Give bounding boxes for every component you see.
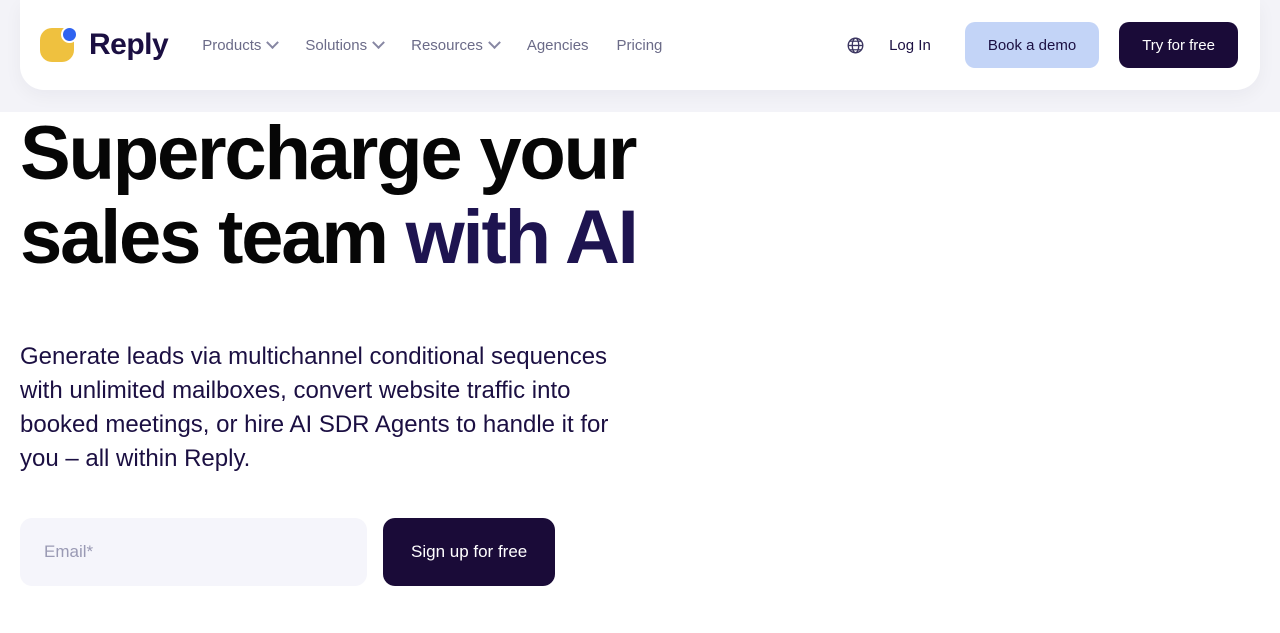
header-actions: Log In Book a demo Try for free [841, 22, 1238, 68]
hero-title-line-1: Supercharge your [20, 111, 637, 196]
brand-logo-link[interactable]: Reply [40, 26, 169, 64]
globe-icon [847, 37, 864, 53]
nav-item-label: Products [202, 36, 262, 54]
hero-section: Supercharge your sales team with AI Gene… [0, 111, 1280, 587]
site-header: Reply Products Solutions Resources Agenc… [20, 0, 1260, 90]
log-in-link[interactable]: Log In [883, 31, 937, 60]
landing-page: Reply Products Solutions Resources Agenc… [0, 0, 1280, 633]
hero-title-line-2-plain: sales team [20, 195, 406, 281]
nav-item-label: Pricing [616, 36, 663, 54]
nav-item-solutions[interactable]: Solutions [305, 35, 385, 54]
nav-item-label: Solutions [305, 36, 368, 54]
page-title: Supercharge your sales team with AI [20, 111, 660, 281]
nav-item-products[interactable]: Products [202, 35, 280, 54]
chevron-down-icon [487, 35, 501, 49]
reply-logo-icon [40, 26, 78, 64]
sign-up-for-free-button[interactable]: Sign up for free [383, 518, 556, 587]
nav-item-agencies[interactable]: Agencies [527, 38, 589, 53]
logo-dot-shape [61, 26, 78, 43]
nav-item-pricing[interactable]: Pricing [617, 38, 663, 53]
try-for-free-button[interactable]: Try for free [1119, 22, 1238, 68]
primary-nav: Products Solutions Resources Agencies Pr… [202, 35, 663, 54]
nav-item-resources[interactable]: Resources [411, 35, 501, 54]
email-input[interactable] [20, 518, 367, 587]
signup-form: Sign up for free [20, 518, 660, 587]
hero-content: Supercharge your sales team with AI Gene… [20, 111, 660, 587]
language-switcher-button[interactable] [841, 31, 869, 59]
book-a-demo-button[interactable]: Book a demo [964, 22, 1100, 68]
chevron-down-icon [266, 35, 280, 49]
brand-name: Reply [89, 28, 169, 61]
chevron-down-icon [372, 35, 385, 49]
nav-item-label: Resources [411, 36, 483, 54]
hero-subtitle: Generate leads via multichannel conditio… [20, 342, 609, 472]
hero-title-accent: with AI [405, 195, 639, 281]
nav-item-label: Agencies [526, 36, 589, 54]
